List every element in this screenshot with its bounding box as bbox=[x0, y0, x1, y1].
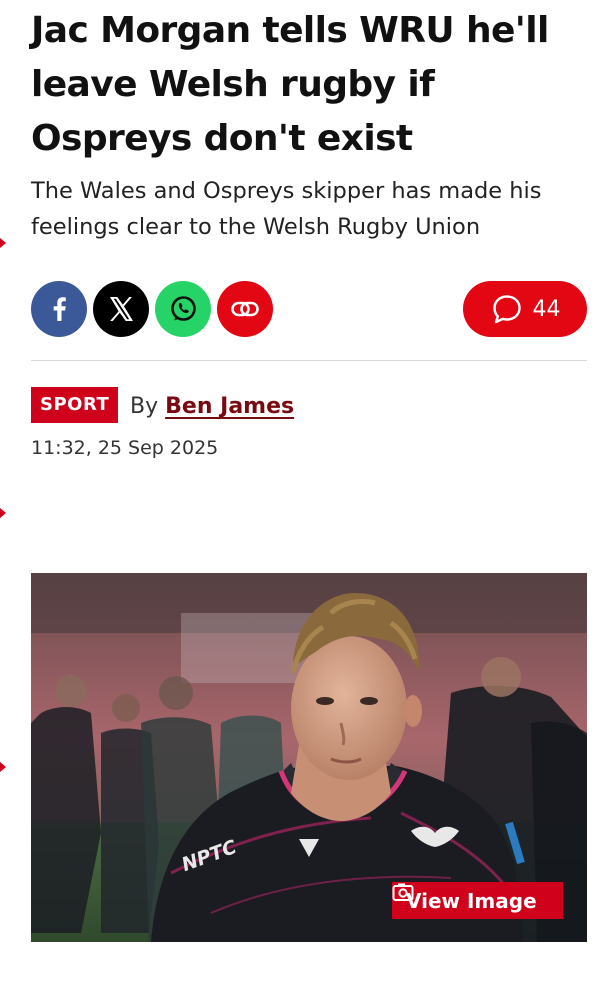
publish-timestamp: 11:32, 25 Sep 2025 bbox=[31, 437, 219, 459]
comments-count: 44 bbox=[532, 296, 561, 322]
edge-marker bbox=[0, 238, 6, 248]
edge-marker bbox=[0, 508, 6, 518]
article-headline: Jac Morgan tells WRU he'll leave Welsh r… bbox=[31, 10, 549, 159]
article-standfirst: The Wales and Ospreys skipper has made h… bbox=[31, 178, 542, 240]
hero-image[interactable]: NPTC View Image bbox=[31, 573, 587, 942]
whatsapp-share-button[interactable] bbox=[155, 281, 211, 337]
x-icon bbox=[110, 297, 133, 321]
byline-prefix: By bbox=[130, 394, 159, 419]
edge-marker bbox=[0, 762, 6, 772]
comments-button[interactable]: 44 bbox=[463, 281, 587, 337]
section-badge[interactable]: SPORT bbox=[31, 387, 119, 423]
view-image-label: View Image bbox=[406, 888, 537, 913]
whatsapp-icon bbox=[171, 296, 196, 321]
link-icon bbox=[231, 301, 259, 317]
facebook-icon bbox=[53, 297, 66, 321]
copy-link-button[interactable] bbox=[217, 281, 273, 337]
speech-bubble-icon bbox=[492, 295, 521, 324]
byline: By Ben James bbox=[130, 392, 294, 422]
view-image-button[interactable]: View Image bbox=[392, 882, 563, 919]
facebook-share-button[interactable] bbox=[31, 281, 87, 337]
divider bbox=[31, 360, 587, 361]
x-share-button[interactable] bbox=[93, 281, 149, 337]
author-link[interactable]: Ben James bbox=[165, 394, 294, 419]
camera-icon bbox=[392, 883, 414, 901]
